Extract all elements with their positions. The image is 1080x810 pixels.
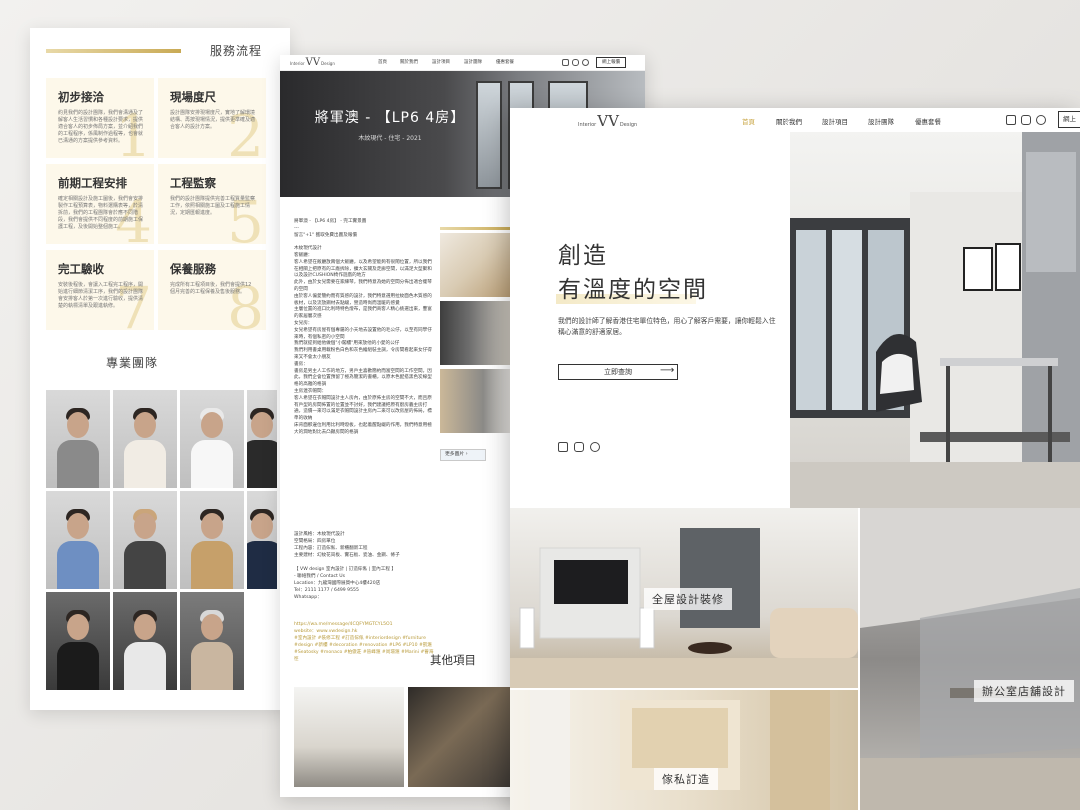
team-title: 專業團隊 [105, 356, 158, 370]
other-project-image[interactable] [294, 687, 404, 787]
step-desc: 我們的設計團隊提供完善工程質量監察工作，依照相關施工圖及工程施工情況，定期匯報進… [170, 196, 256, 216]
hero-description: 我們的設計師了解香港住宅單位特色，用心了解客戶需要，讓你輕鬆入住稱心滿意的舒適家… [558, 317, 776, 336]
team-member-photo[interactable] [113, 390, 177, 488]
team-member-photo[interactable] [113, 592, 177, 690]
team-member-photo[interactable] [180, 390, 244, 488]
step-card-4: 4 前期工程安排 確定相關設計及施工圖後，我們會安排製作工程預算表，物料選購表等… [46, 164, 154, 244]
living-room-illustration [790, 132, 1080, 508]
brand-logo[interactable]: InteriorVVDesign [290, 57, 335, 68]
step-desc: 確定相關設計及施工圖後，我們會安排製作工程預算表，物料選購表等，於清拆前，我們的… [58, 196, 144, 230]
gallery-gold-bar [440, 227, 512, 230]
step-card-7: 7 完工驗收 安裝後程後，會讓入工程完工程序，開始進行細節清潔工序，我們的設計團… [46, 250, 154, 330]
service-process-page: 服務流程 1 初步接洽 約見我們的設計團隊，我們會溝通及了解客人生活習慣和各種設… [30, 28, 290, 710]
online-quote-button[interactable]: 網上 [1058, 111, 1080, 128]
team-member-photo[interactable] [247, 390, 277, 488]
team-member-photo[interactable] [247, 491, 277, 589]
step-desc: 安裝後程後，會讓入工程完工程序，開始進行細節清潔工序，我們的設計團隊會安排客人於… [58, 282, 144, 309]
step-title: 保養服務 [170, 262, 216, 276]
service-tile-custom-furniture[interactable]: 傢私訂造 [510, 690, 858, 810]
facebook-icon[interactable] [1006, 115, 1016, 125]
contact-info: 設計風格：木紋現代設計 空間格局：四房單位 工程內容：訂造傢俬、新櫃翻新工程 主… [294, 532, 400, 600]
headline-line-1: 創造 [558, 243, 608, 269]
nav-team[interactable]: 設計團隊 [868, 116, 894, 126]
team-member-photo[interactable] [46, 491, 110, 589]
instagram-icon[interactable] [574, 442, 584, 452]
nav-projects[interactable]: 設計項目 [822, 116, 848, 126]
project-thumbnails [440, 233, 512, 437]
nav-team[interactable]: 設計團隊 [464, 59, 482, 65]
headline-line-2: 有溫度的空間 [558, 277, 708, 303]
tile-label: 辦公室店舖設計 [974, 680, 1074, 702]
project-subtitle: 木紋現代 - 住宅 - 2021 [358, 135, 422, 142]
step-title: 初步接洽 [58, 90, 104, 104]
thumbnail-image[interactable] [440, 233, 512, 297]
whatsapp-icon[interactable] [590, 442, 600, 452]
step-title: 工程監察 [170, 176, 216, 190]
team-member-photo[interactable] [46, 390, 110, 488]
service-tile-full-home[interactable]: 全屋設計裝修 [510, 508, 858, 688]
step-desc: 完成所有工程項目後，我們會提供12個月完善的工程保養及售後服務。 [170, 282, 252, 295]
team-member-photo[interactable] [180, 592, 244, 690]
nav-home[interactable]: 首頁 [742, 116, 755, 126]
service-tile-office-shop[interactable]: 辦公室店舖設計 [860, 508, 1080, 810]
facebook-icon[interactable] [562, 59, 569, 66]
hero-interior-image [790, 132, 1080, 508]
nav-about[interactable]: 關於我們 [400, 59, 418, 65]
step-card-1: 1 初步接洽 約見我們的設計團隊，我們會溝通及了解客人生活習慣和各種設計要求，提… [46, 78, 154, 158]
whatsapp-icon[interactable] [1036, 115, 1046, 125]
team-empty-cell [247, 592, 277, 690]
nav-about[interactable]: 關於我們 [776, 116, 802, 126]
nav-packages[interactable]: 優惠套餐 [915, 116, 941, 126]
instagram-icon[interactable] [572, 59, 579, 66]
tile-illustration [860, 508, 1080, 810]
online-quote-button[interactable]: 網上報價 [596, 57, 626, 68]
step-card-5: 5 工程監察 我們的設計團隊提供完善工程質量監察工作，依照相關施工圖及工程施工情… [158, 164, 266, 244]
step-desc: 約見我們的設計團隊，我們會溝通及了解客人生活習慣和各種設計要求，提供適合客人的初… [58, 110, 144, 144]
thumbnail-image[interactable] [440, 369, 512, 433]
project-description: 將軍澳 - 【LP6 4房】 - 完工實景圖 --- 留言"+1" 獲取免費出圖… [294, 219, 432, 435]
nav-projects[interactable]: 設計項目 [432, 59, 450, 65]
step-title: 現場度尺 [170, 90, 216, 104]
step-card-2: 2 現場度尺 設計團隊安排現場度尺，實地了解環境結構、再按現場情況，提供更準確及… [158, 78, 266, 158]
step-desc: 設計團隊安排現場度尺，實地了解環境結構、再按現場情況，提供更準確及適合客人的設計… [170, 110, 256, 130]
whatsapp-icon[interactable] [582, 59, 589, 66]
hero-text-area: 創造 有溫度的空間 我們的設計師了解香港住宅單位特色，用心了解客戶需要，讓你輕鬆… [510, 132, 790, 508]
other-projects-title: 其他項目 [430, 653, 476, 667]
step-title: 前期工程安排 [58, 176, 127, 190]
tile-illustration [530, 690, 830, 810]
tile-label: 全屋設計裝修 [644, 588, 732, 610]
top-navbar: InteriorVVDesign 首頁 關於我們 設計項目 設計團隊 優惠套餐 … [280, 55, 645, 71]
facebook-icon[interactable] [558, 442, 568, 452]
brand-logo[interactable]: InteriorVVDesign [578, 112, 637, 130]
team-member-photo[interactable] [46, 592, 110, 690]
nav-home[interactable]: 首頁 [378, 59, 387, 65]
more-images-button[interactable]: 更多圖片 › [440, 449, 486, 461]
home-page: InteriorVVDesign 首頁 關於我們 設計項目 設計團隊 優惠套餐 … [510, 108, 1080, 810]
team-grid [46, 390, 290, 690]
team-member-photo[interactable] [113, 491, 177, 589]
top-navbar: InteriorVVDesign 首頁 關於我們 設計項目 設計團隊 優惠套餐 … [510, 108, 1080, 132]
hashtags-and-links[interactable]: https://wa.me/message/4CQFYMGTCYL5O1 web… [294, 621, 434, 663]
service-process-title: 服務流程 [209, 44, 262, 58]
arrow-right-icon: ⟶ [660, 365, 675, 376]
nav-packages[interactable]: 優惠套餐 [496, 59, 514, 65]
other-project-image[interactable] [408, 687, 518, 787]
instagram-icon[interactable] [1021, 115, 1031, 125]
tile-label: 傢私訂造 [654, 768, 718, 790]
step-title: 完工驗收 [58, 262, 104, 276]
team-member-photo[interactable] [180, 491, 244, 589]
step-card-8: 8 保養服務 完成所有工程項目後，我們會提供12個月完善的工程保養及售後服務。 [158, 250, 266, 330]
project-title: 將軍澳 - 【LP6 4房】 [314, 110, 466, 126]
thumbnail-image[interactable] [440, 301, 512, 365]
